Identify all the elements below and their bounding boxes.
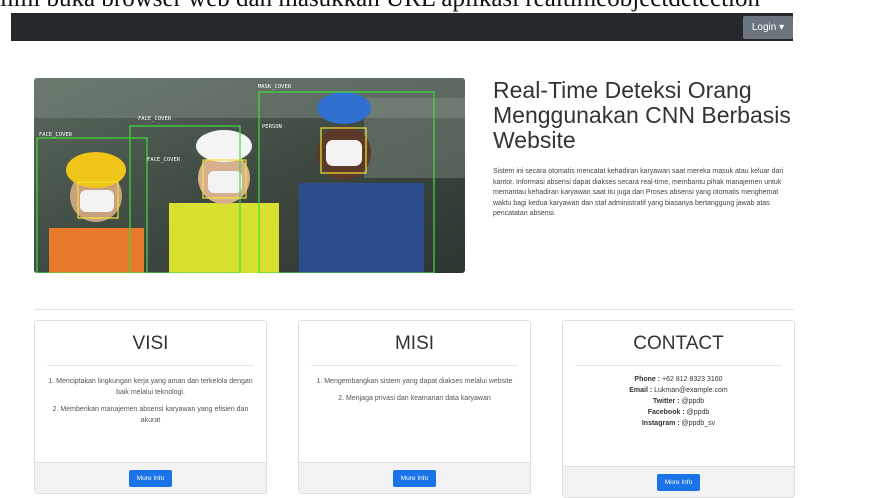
phone-value: +62 812 8323 3160 bbox=[662, 376, 723, 383]
contact-phone: Phone : +62 812 8323 3160 bbox=[571, 374, 786, 385]
misi-more-info-button[interactable]: More Info bbox=[392, 469, 437, 487]
contact-card-body: Phone : +62 812 8323 3160 Email : Lukman… bbox=[563, 366, 794, 466]
visi-card-footer: More Info bbox=[35, 462, 266, 493]
detection-label: FACE_COVER bbox=[138, 116, 172, 122]
facebook-label: Facebook : bbox=[647, 409, 685, 416]
contact-facebook: Facebook : @ppdb bbox=[571, 407, 786, 418]
hero-detection-image: FACE_COVER FACE_COVER FACE_COVER PERSON … bbox=[34, 78, 465, 273]
detection-label: MASK_COVER bbox=[258, 84, 292, 90]
page-caption-text: ilmi buka browser web dan masukkan URL a… bbox=[0, 0, 884, 12]
visi-card-title: VISI bbox=[132, 333, 169, 354]
hero-description: Sistem ini secara otomatis mencatat keha… bbox=[493, 168, 784, 218]
hero-title: Real-Time Deteksi Orang Menggunakan CNN … bbox=[493, 77, 791, 153]
twitter-label: Twitter : bbox=[652, 398, 680, 405]
contact-card: CONTACT Phone : +62 812 8323 3160 Email … bbox=[562, 320, 795, 498]
top-navbar: Login ▾ bbox=[11, 13, 793, 41]
visi-item: 1. Menciptakan lingkungan kerja yang ama… bbox=[48, 378, 253, 396]
twitter-value: @ppdb bbox=[681, 398, 705, 405]
email-label: Email : bbox=[629, 387, 653, 394]
misi-card-title: MISI bbox=[394, 333, 435, 354]
contact-card-title: CONTACT bbox=[633, 333, 724, 354]
email-value: Lukman@example.com bbox=[654, 387, 728, 394]
contact-email: Email : Lukman@example.com bbox=[571, 385, 786, 396]
phone-label: Phone : bbox=[634, 376, 661, 383]
instagram-value: @ppdb_sv bbox=[681, 420, 716, 427]
misi-item: 1. Mengembangkan sistem yang dapat diaks… bbox=[316, 378, 513, 385]
misi-item: 2. Menjaga privasi dan keamanan data kar… bbox=[338, 395, 491, 402]
login-dropdown-button[interactable]: Login ▾ bbox=[743, 16, 793, 39]
contact-more-info-button[interactable]: More Info bbox=[656, 473, 701, 491]
visi-more-info-button[interactable]: More Info bbox=[128, 469, 173, 487]
detection-label: PERSON bbox=[262, 124, 282, 130]
contact-card-footer: More Info bbox=[563, 466, 794, 497]
visi-card: VISI 1. Menciptakan lingkungan kerja yan… bbox=[34, 320, 267, 494]
section-divider bbox=[34, 309, 794, 310]
instagram-label: Instagram : bbox=[641, 420, 680, 427]
misi-card-footer: More Info bbox=[299, 462, 530, 493]
visi-card-body: 1. Menciptakan lingkungan kerja yang ama… bbox=[35, 366, 266, 462]
misi-card: MISI 1. Mengembangkan sistem yang dapat … bbox=[298, 320, 531, 494]
contact-twitter: Twitter : @ppdb bbox=[571, 396, 786, 407]
misi-card-body: 1. Mengembangkan sistem yang dapat diaks… bbox=[299, 366, 530, 462]
detection-label: FACE_COVER bbox=[147, 157, 181, 163]
contact-instagram: Instagram : @ppdb_sv bbox=[571, 418, 786, 429]
facebook-value: @ppdb bbox=[686, 409, 710, 416]
detection-label: FACE_COVER bbox=[39, 132, 73, 138]
visi-item: 2. Memberikan manajemen absensi karyawan… bbox=[52, 406, 249, 424]
